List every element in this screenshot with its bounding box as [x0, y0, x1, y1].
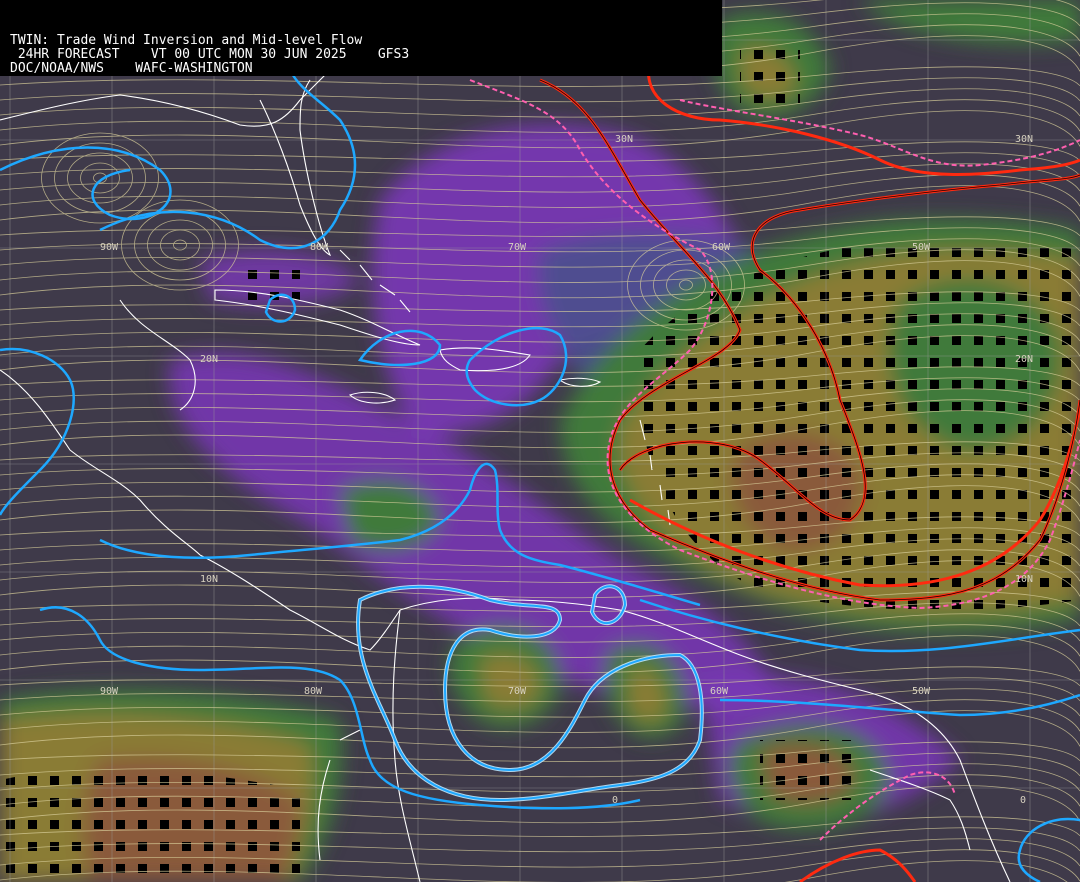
longitude-label: 70W: [508, 686, 527, 697]
forecast-valid-time: 24HR FORECAST VT 00 UTC MON 30 JUN 2025 …: [10, 47, 410, 62]
longitude-label: 60W: [712, 242, 731, 253]
twin-forecast-map: 30N 30N 20N 20N 10N 10N 0 0 90W 90W 80W 80W 70W 70W 60…: [0, 0, 1080, 882]
latitude-label: 10N: [200, 574, 218, 585]
cyan-contour-west: [0, 347, 75, 516]
circulation-ring: [80, 162, 120, 194]
longitude-label: 90W: [100, 242, 119, 253]
circulation-ring: [160, 229, 200, 261]
latitude-label: 10N: [1015, 574, 1033, 585]
longitude-label: 90W: [100, 686, 119, 697]
latitude-label: 0: [612, 795, 618, 806]
longitude-label: 50W: [912, 242, 931, 253]
latitude-label: 30N: [1015, 134, 1033, 145]
longitude-label: 60W: [710, 686, 729, 697]
longitude-label: 80W: [304, 686, 323, 697]
latitude-label: 20N: [200, 354, 218, 365]
longitude-label: 80W: [310, 242, 329, 253]
latitude-label: 20N: [1015, 354, 1033, 365]
issuing-agency: DOC/NOAA/NWS WAFC-WASHINGTON: [10, 61, 253, 76]
product-title: TWIN: Trade Wind Inversion and Mid-level…: [10, 33, 363, 48]
latitude-label: 0: [1020, 795, 1026, 806]
longitude-label: 70W: [508, 242, 527, 253]
red-contour-north: [647, 59, 1080, 176]
longitude-label: 50W: [912, 686, 931, 697]
map-canvas: 30N 30N 20N 20N 10N 10N 0 0 90W 90W 80W 80W 70W 70W 60…: [0, 0, 1080, 882]
circulation-ring: [134, 209, 226, 281]
green-top-right: [860, 0, 1080, 44]
title-block: TWIN: Trade Wind Inversion and Mid-level…: [0, 0, 722, 76]
circulation-ring: [173, 239, 187, 251]
red-contour-south: [799, 848, 917, 882]
circulation-ring: [67, 152, 133, 204]
circulation-ring: [147, 219, 213, 271]
latitude-label: 30N: [615, 134, 633, 145]
